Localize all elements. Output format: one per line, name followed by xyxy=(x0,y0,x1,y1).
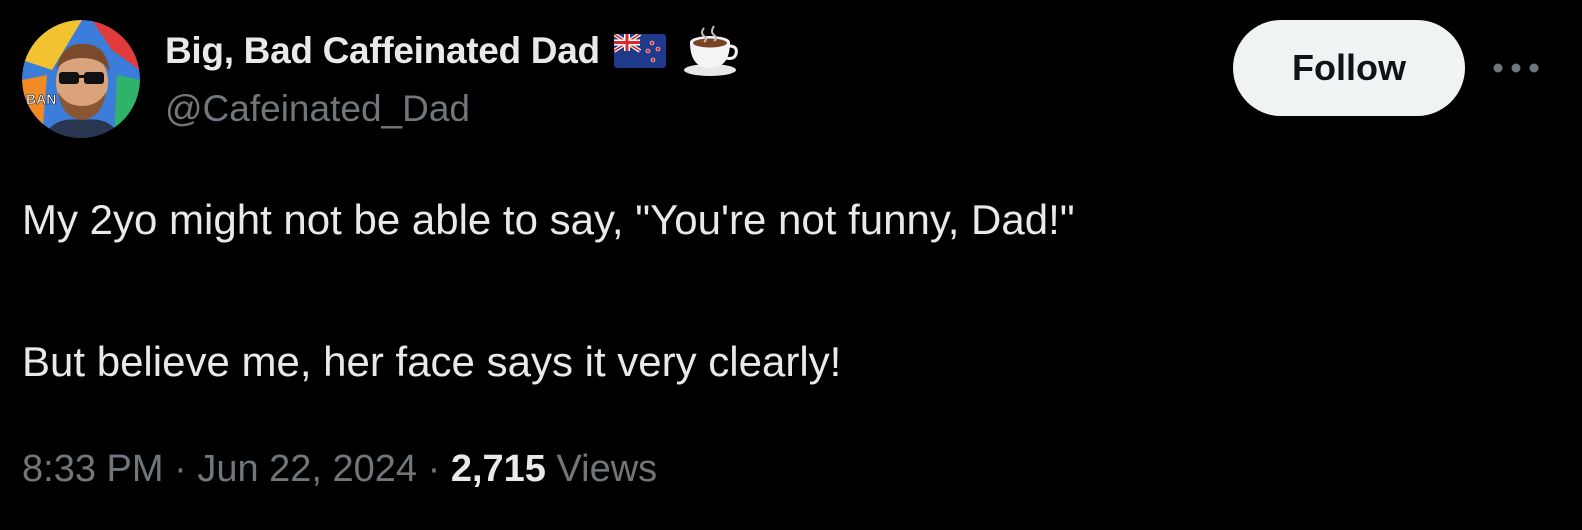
tweet-date[interactable]: Jun 22, 2024 xyxy=(197,448,417,490)
svg-text:BAN: BAN xyxy=(26,91,56,107)
tweet-text-line: My 2yo might not be able to say, "You're… xyxy=(22,196,1075,243)
more-options-button[interactable] xyxy=(1488,48,1544,88)
avatar[interactable]: BAN xyxy=(22,20,140,138)
tweet-text-line: But believe me, her face says it very cl… xyxy=(22,338,842,385)
meta-separator: · xyxy=(417,448,451,490)
author-display-name[interactable]: Big, Bad Caffeinated Dad xyxy=(165,30,600,72)
avatar-image: BAN xyxy=(22,20,140,138)
author-name-row: Big, Bad Caffeinated Dad xyxy=(165,24,738,78)
views-label: Views xyxy=(545,448,658,490)
new-zealand-flag-icon xyxy=(612,32,666,68)
more-dots-icon xyxy=(1493,63,1539,73)
tweet-time[interactable]: 8:33 PM xyxy=(22,448,164,490)
author-handle[interactable]: @Cafeinated_Dad xyxy=(165,88,470,130)
coffee-cup-icon xyxy=(682,24,738,78)
tweet-card: BAN Big, Bad Caffeinated Dad @Cafeinated… xyxy=(0,0,1582,530)
follow-button[interactable]: Follow xyxy=(1233,20,1465,116)
meta-separator: · xyxy=(163,448,198,490)
tweet-meta: 8:33 PM · Jun 22, 2024 · 2,715 Views xyxy=(22,448,657,491)
views-count: 2,715 xyxy=(450,448,546,490)
